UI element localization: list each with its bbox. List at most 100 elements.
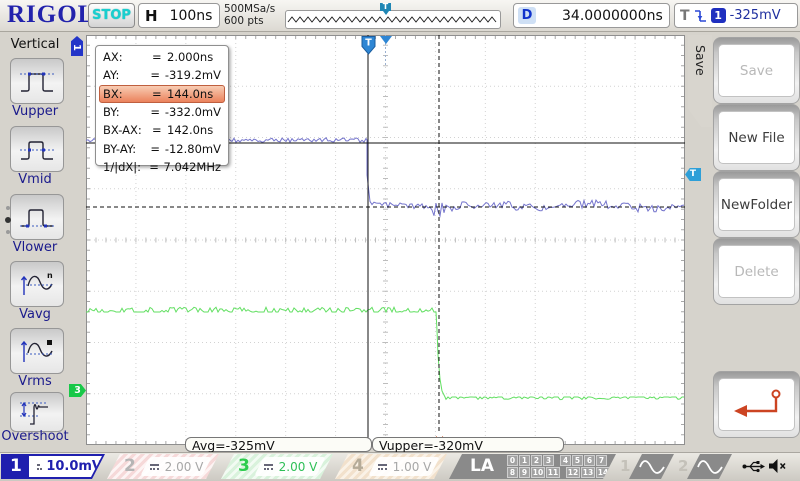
usb-icon <box>742 459 765 474</box>
channel2-status[interactable]: 2 2.00 V <box>107 454 219 479</box>
la-digit: 7 <box>596 455 607 466</box>
menu-tab-save[interactable]: Save <box>688 35 712 127</box>
channel4-number: 4 <box>352 456 364 476</box>
trigger-info-box[interactable]: T 1 -325mV <box>674 3 798 28</box>
la-digit: 0 <box>507 455 518 466</box>
new-folder-button[interactable]: NewFolder <box>713 171 800 238</box>
vmid-icon <box>18 134 56 164</box>
channel3-number: 3 <box>238 456 250 476</box>
waveform-preview-bar[interactable] <box>285 10 501 29</box>
delete-button[interactable]: Delete <box>713 238 800 305</box>
trigger-level-value: -325mV <box>730 8 781 23</box>
cursor-row: BX-AX:=142.0ns <box>99 121 225 139</box>
vmid-button[interactable] <box>10 126 64 172</box>
speaker-muted-icon[interactable] <box>768 458 787 474</box>
la-label: LA <box>470 456 494 476</box>
channel4-status[interactable]: 4 1.00 V <box>335 454 447 479</box>
channel4-scale: 1.00 V <box>393 460 432 474</box>
la-digit-grid: 0123456789101112131415 <box>507 455 626 479</box>
measurement-result-vupper: Vupper=-320mV <box>372 437 564 452</box>
la-digit: 10 <box>531 467 545 478</box>
overshoot-icon <box>18 398 56 426</box>
new-file-button[interactable]: New File <box>713 104 800 171</box>
delay-label: D <box>518 7 536 24</box>
sine-wave-icon <box>697 459 723 475</box>
channel1-position-marker-icon[interactable]: 1 <box>71 36 83 56</box>
la-status[interactable]: LA 0123456789101112131415 <box>449 454 616 479</box>
cursor-measurement-panel: AX:=2.000nsAY:=-319.2mVBX:=144.0nsBY:=-3… <box>95 45 229 166</box>
menu-page-dot-active <box>5 217 11 223</box>
vmid-label: Vmid <box>0 172 70 187</box>
delay-value: 34.0000000ns <box>562 8 663 24</box>
trigger-position-marker-icon[interactable]: T <box>361 36 376 55</box>
generator2-status[interactable] <box>687 454 732 479</box>
la-digit: 3 <box>543 455 554 466</box>
dc-coupling-icon <box>36 463 41 471</box>
cursor-row: 1/|dX|:=7.042MHz <box>99 158 225 176</box>
cursor-row: BY-AY:=-12.80mV <box>99 139 225 157</box>
la-digit: 8 <box>507 467 518 478</box>
vavg-button[interactable]: n <box>10 261 64 307</box>
memory-depth: 600 pts <box>224 15 275 27</box>
vupper-label: Vupper <box>0 104 70 119</box>
channel3-status[interactable]: 3 2.00 V <box>221 454 333 479</box>
menu-tab-label: Save <box>693 45 708 76</box>
channel2-scale: 2.00 V <box>165 460 204 474</box>
channel1-scale: 10.0mV <box>46 459 102 474</box>
vavg-icon: n <box>18 269 56 299</box>
svg-text:n: n <box>47 271 53 280</box>
timebase-value: 100ns <box>170 8 213 24</box>
la-digit: 14 <box>596 467 610 478</box>
cursor-row: BX:=144.0ns <box>99 85 225 103</box>
trigger-delay-box[interactable]: D 34.0000000ns <box>513 3 670 28</box>
dc-coupling-icon <box>263 463 274 471</box>
la-digit: 2 <box>531 455 542 466</box>
la-digit: 12 <box>566 467 580 478</box>
svg-text:T: T <box>365 38 372 49</box>
sine-wave-icon <box>639 459 665 475</box>
la-digit: 1 <box>519 455 530 466</box>
trigger-level-marker-icon[interactable]: T <box>685 168 701 181</box>
la-digit: 11 <box>546 467 560 478</box>
menu-page-dot <box>6 206 10 210</box>
channel3-ground-marker-icon[interactable]: 3 <box>69 384 86 397</box>
save-button[interactable]: Save <box>713 37 800 104</box>
vupper-button[interactable] <box>10 58 64 104</box>
vlower-icon <box>18 202 56 232</box>
sample-rate: 500MSa/s <box>224 3 275 15</box>
vrms-label: Vrms <box>0 374 70 389</box>
acquisition-info: 500MSa/s 600 pts <box>224 3 275 27</box>
horizontal-timebase-box[interactable]: H 100ns <box>138 3 220 28</box>
generator2-label: 2 <box>678 457 688 475</box>
new-folder-button-label: NewFolder <box>718 178 795 231</box>
la-digit: 9 <box>519 467 530 478</box>
la-digit: 5 <box>572 455 583 466</box>
measurement-result-avg: Avg=-325mV <box>185 437 372 452</box>
trigger-source-badge: 1 <box>711 8 726 23</box>
overshoot-button[interactable] <box>10 392 64 432</box>
trigger-position-flag-icon[interactable]: T <box>380 3 391 11</box>
vrms-button[interactable] <box>10 328 64 374</box>
la-digit: 6 <box>584 455 595 466</box>
vrms-icon <box>18 336 56 366</box>
cursor-row: AY:=-319.2mV <box>99 66 225 84</box>
la-digit: 4 <box>560 455 571 466</box>
return-arrow-icon <box>726 385 788 425</box>
channel3-scale: 2.00 V <box>279 460 318 474</box>
screen-center-marker-icon <box>380 36 392 44</box>
vlower-button[interactable] <box>10 194 64 240</box>
channel1-status[interactable]: 1 10.0mV <box>1 454 105 479</box>
horizontal-label: H <box>145 7 158 25</box>
run-state-badge[interactable]: STOP <box>88 3 135 28</box>
channel2-number: 2 <box>124 456 136 476</box>
menu-title: Vertical <box>0 37 70 52</box>
vlower-label: Vlower <box>0 240 70 255</box>
new-file-button-label: New File <box>718 111 795 164</box>
menu-page-dot <box>6 230 10 234</box>
dc-coupling-icon <box>377 463 388 471</box>
la-digit: 13 <box>581 467 595 478</box>
back-button[interactable] <box>713 371 800 438</box>
generator1-status[interactable] <box>629 454 674 479</box>
vavg-label: Vavg <box>0 307 70 322</box>
channel1-position-marker-label: 1 <box>71 44 82 51</box>
